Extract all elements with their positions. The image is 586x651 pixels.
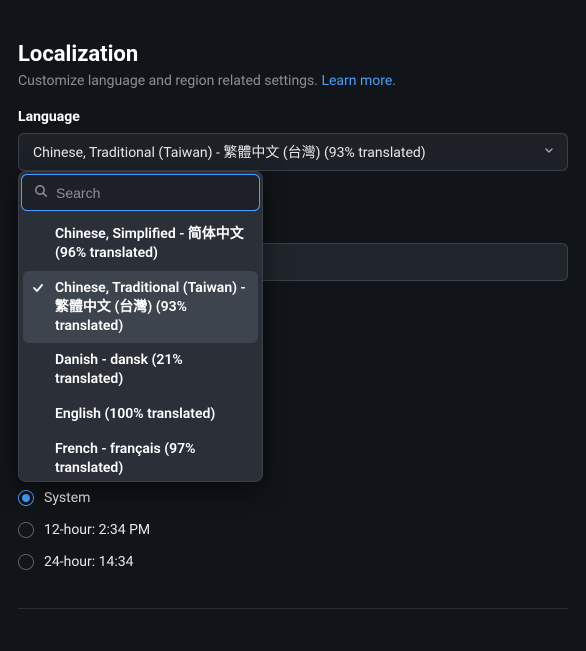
language-label: Language	[18, 109, 568, 125]
section-title: Localization	[18, 42, 568, 67]
dropdown-item-label: Danish - dansk (21% translated)	[55, 351, 250, 389]
period: .	[392, 73, 396, 89]
dropdown-item[interactable]: Chinese, Traditional (Taiwan) - 繁體中文 (台灣…	[23, 271, 258, 344]
radio-label: 12-hour: 2:34 PM	[44, 522, 150, 538]
dropdown-item-label: Chinese, Traditional (Taiwan) - 繁體中文 (台灣…	[55, 279, 250, 336]
language-dropdown: Chinese, Simplified - 简体中文 (96% translat…	[18, 171, 263, 482]
radio-label: 24-hour: 14:34	[44, 554, 134, 570]
dropdown-item-label: English (100% translated)	[55, 405, 250, 424]
dropdown-item-label: French - français (97% translated)	[55, 440, 250, 478]
radio-label: System	[44, 490, 90, 506]
dropdown-item-label: Chinese, Simplified - 简体中文 (96% translat…	[55, 225, 250, 263]
search-icon	[34, 183, 48, 202]
section-description: Customize language and region related se…	[18, 73, 568, 89]
dropdown-item[interactable]: French - français (97% translated)	[23, 432, 258, 481]
section-description-text: Customize language and region related se…	[18, 73, 321, 89]
dropdown-list[interactable]: Chinese, Simplified - 简体中文 (96% translat…	[19, 213, 262, 481]
radio-icon	[18, 522, 34, 538]
radio-24-hour[interactable]: 24-hour: 14:34	[18, 546, 568, 578]
dropdown-item[interactable]: Chinese, Simplified - 简体中文 (96% translat…	[23, 217, 258, 271]
dropdown-search-input[interactable]	[56, 185, 247, 201]
radio-icon	[18, 554, 34, 570]
radio-system[interactable]: System	[18, 482, 568, 514]
radio-12-hour[interactable]: 12-hour: 2:34 PM	[18, 514, 568, 546]
time-format-radio-group: System 12-hour: 2:34 PM 24-hour: 14:34	[18, 482, 568, 578]
dropdown-search-container	[21, 174, 260, 211]
language-select[interactable]: Chinese, Traditional (Taiwan) - 繁體中文 (台灣…	[18, 133, 568, 171]
radio-icon	[18, 490, 34, 506]
section-divider	[18, 608, 568, 609]
dropdown-item[interactable]: Danish - dansk (21% translated)	[23, 343, 258, 397]
learn-more-link[interactable]: Learn more	[321, 73, 392, 89]
dropdown-item[interactable]: English (100% translated)	[23, 397, 258, 432]
check-icon	[31, 281, 47, 301]
chevron-down-icon	[543, 144, 555, 160]
language-selected-value: Chinese, Traditional (Taiwan) - 繁體中文 (台灣…	[33, 145, 426, 161]
